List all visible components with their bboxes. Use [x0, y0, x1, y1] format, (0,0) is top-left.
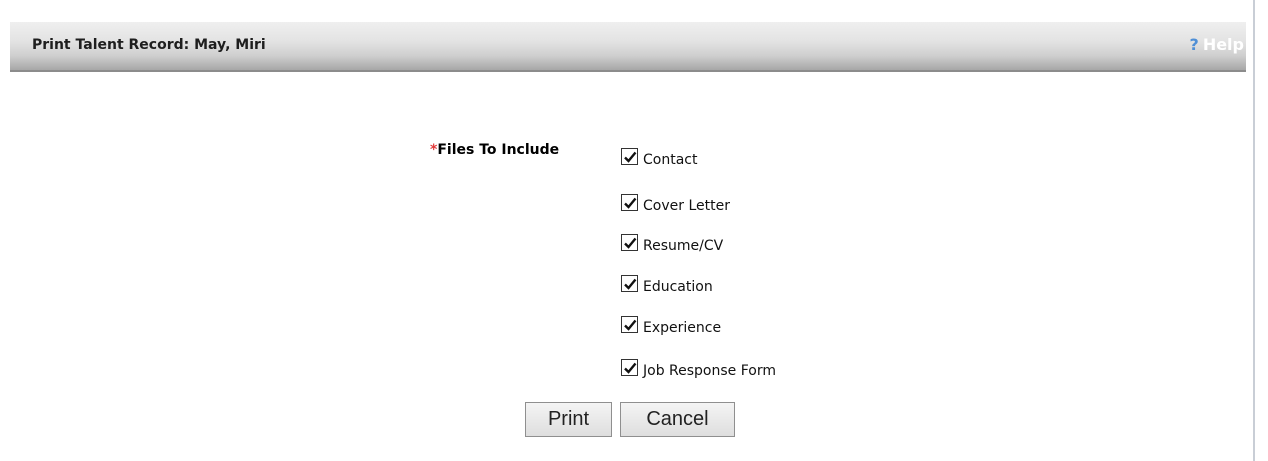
- cancel-button[interactable]: Cancel: [620, 402, 735, 437]
- page-title: Print Talent Record: May, Miri: [32, 37, 266, 53]
- dialog-header: Print Talent Record: May, Miri ? Help: [10, 22, 1246, 72]
- page-border-right: [1253, 0, 1255, 461]
- checkbox-label: Education: [643, 279, 713, 295]
- checkbox-box[interactable]: [621, 275, 638, 292]
- files-to-include-text: Files To Include: [437, 142, 560, 158]
- checkmark-icon: [624, 278, 637, 290]
- checkbox-box[interactable]: [621, 359, 638, 376]
- checkmark-icon: [624, 197, 637, 209]
- checkbox-label: Cover Letter: [643, 198, 730, 214]
- checkbox-label: Resume/CV: [643, 238, 724, 254]
- checkbox-box[interactable]: [621, 148, 638, 165]
- checkmark-icon: [624, 319, 637, 331]
- help-link[interactable]: ? Help: [1190, 35, 1244, 54]
- help-question-icon: ?: [1189, 35, 1199, 54]
- checkbox-label: Job Response Form: [643, 363, 776, 379]
- checkmark-icon: [624, 151, 637, 163]
- checkbox-box[interactable]: [621, 316, 638, 333]
- checkbox-box[interactable]: [621, 194, 638, 211]
- help-label: Help: [1202, 35, 1244, 54]
- files-to-include-label: *Files To Include: [430, 142, 559, 158]
- checkbox-box[interactable]: [621, 234, 638, 251]
- print-talent-record-dialog: Print Talent Record: May, Miri ? Help *Fi…: [0, 0, 1268, 461]
- checkbox-label: Experience: [643, 320, 722, 336]
- checkmark-icon: [624, 362, 637, 374]
- checkbox-label: Contact: [643, 152, 698, 168]
- checkmark-icon: [624, 237, 637, 249]
- print-button[interactable]: Print: [525, 402, 612, 437]
